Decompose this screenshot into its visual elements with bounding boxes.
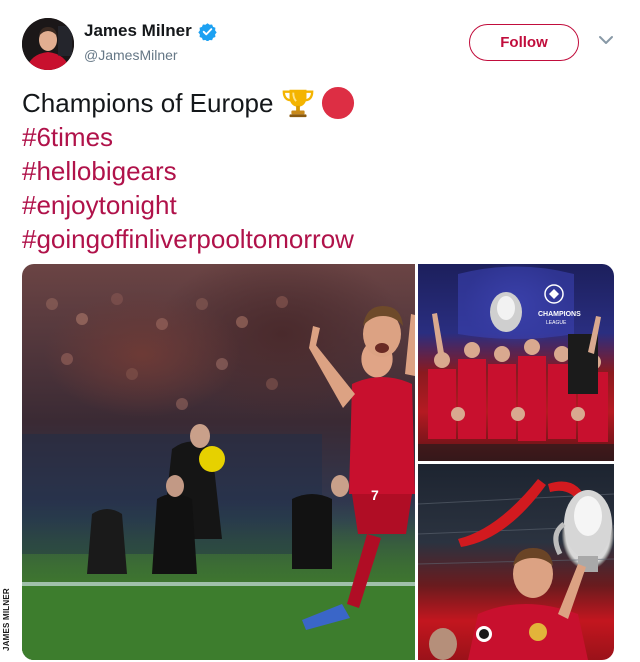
photo-watermark: JAMES MILNER bbox=[2, 588, 11, 652]
hashtag-line: #6times bbox=[22, 120, 355, 154]
player-with-trophy-image bbox=[418, 479, 614, 660]
media-grid: 7 CHAMPIONS LEAGUE bbox=[22, 264, 614, 660]
user-handle[interactable]: @JamesMilner bbox=[84, 47, 217, 63]
svg-text:7: 7 bbox=[371, 487, 379, 503]
name-row: James Milner bbox=[84, 21, 217, 41]
player-celebrating-photo[interactable]: 7 bbox=[22, 264, 415, 660]
tweet-header: James Milner @JamesMilner Follow bbox=[22, 18, 622, 70]
team-trophy-lift-image: CHAMPIONS LEAGUE bbox=[418, 266, 614, 461]
tweet-first-line: Champions of Europe bbox=[22, 86, 355, 120]
avatar[interactable] bbox=[22, 18, 74, 70]
hashtag-link[interactable]: #hellobigears bbox=[22, 154, 177, 188]
tweet-text: Champions of Europe #6times #hellobigear… bbox=[22, 86, 355, 256]
player-with-trophy-photo[interactable] bbox=[418, 464, 614, 660]
team-trophy-lift-photo[interactable]: CHAMPIONS LEAGUE bbox=[418, 264, 614, 461]
hashtag-link[interactable]: #6times bbox=[22, 120, 113, 154]
hashtag-line: #hellobigears bbox=[22, 154, 355, 188]
verified-badge-icon bbox=[198, 22, 217, 41]
user-identity: James Milner @JamesMilner bbox=[84, 21, 217, 63]
display-name[interactable]: James Milner bbox=[84, 21, 192, 41]
hashtag-link[interactable]: #enjoytonight bbox=[22, 188, 177, 222]
svg-text:LEAGUE: LEAGUE bbox=[546, 320, 567, 326]
avatar-image bbox=[22, 18, 74, 70]
trophy-icon bbox=[283, 89, 314, 118]
tweet-headline: Champions of Europe bbox=[22, 88, 274, 118]
chevron-down-icon[interactable] bbox=[598, 34, 614, 46]
follow-button[interactable]: Follow bbox=[469, 24, 579, 61]
red-circle-icon bbox=[322, 86, 355, 120]
hashtag-line: #goingoffinliverpooltomorrow bbox=[22, 222, 355, 256]
hashtag-line: #enjoytonight bbox=[22, 188, 355, 222]
player-celebrating-image: 7 bbox=[22, 293, 415, 660]
hashtag-link[interactable]: #goingoffinliverpooltomorrow bbox=[22, 222, 354, 256]
svg-text:CHAMPIONS: CHAMPIONS bbox=[538, 311, 581, 318]
